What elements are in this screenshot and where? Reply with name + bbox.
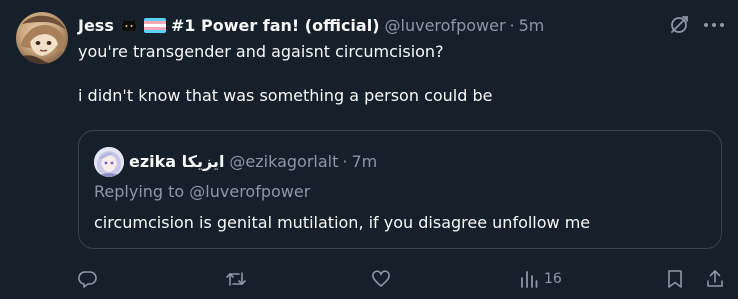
like-icon [371,269,391,289]
separator-dot: · [509,15,515,35]
replying-to-label: Replying to @luverofpower [94,182,311,201]
post-text-line: you're transgender and agaisnt circumcis… [78,42,444,61]
separator-dot: · [342,151,348,171]
quoted-post-header: ezika ايزيكا @ezikagorlalt · 7m [129,150,377,172]
post-text-line: i didn't know that was something a perso… [78,86,493,105]
share-button[interactable] [705,267,725,291]
views-count: 16 [544,271,562,287]
bookmark-button[interactable] [666,267,684,291]
quoted-author-avatar[interactable] [94,147,124,177]
bookmark-icon [666,269,684,289]
reply-icon [78,269,98,289]
grok-icon[interactable] [666,12,692,38]
quoted-post-timestamp[interactable]: 7m [351,152,377,171]
post-timestamp[interactable]: 5m [519,16,545,35]
post[interactable]: Jess #1 Power fan! (official) @luverofpo… [0,0,738,299]
quoted-post-text: circumcision is genital mutilation, if y… [94,213,591,232]
more-options-icon[interactable] [700,12,728,38]
black-cat-emoji [120,17,138,33]
post-header: Jess #1 Power fan! (official) @luverofpo… [78,13,544,37]
quoted-author-handle[interactable]: @ezikagorlalt [229,152,338,171]
transgender-flag-emoji [143,17,166,33]
author-name-suffix[interactable]: #1 Power fan! (official) [171,16,380,35]
share-icon [705,269,725,289]
author-avatar[interactable] [16,12,68,64]
repost-button[interactable] [225,267,247,291]
post-text: you're transgender and agaisnt circumcis… [78,41,718,107]
quoted-post[interactable]: ezika ايزيكا @ezikagorlalt · 7m Replying… [78,130,722,249]
views-button[interactable]: 16 [520,267,562,291]
like-button[interactable] [371,267,391,291]
author-display-name[interactable]: Jess [78,16,114,35]
quoted-author-display-name[interactable]: ezika ايزيكا [129,152,224,171]
reply-button[interactable] [78,267,98,291]
repost-icon [225,269,247,289]
views-icon [520,269,538,289]
author-handle[interactable]: @luverofpower [385,16,506,35]
